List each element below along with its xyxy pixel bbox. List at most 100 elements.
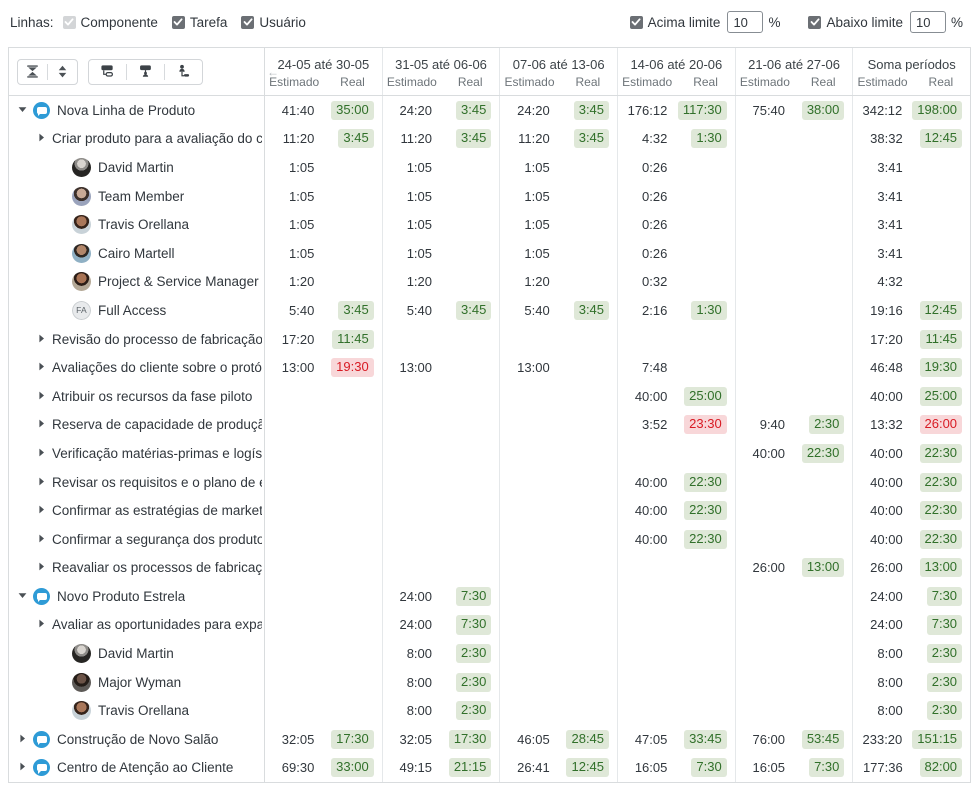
timesheet-grid-panel: ← 24-05 até 30-05 Estimado Real 31-05 até 0… — [8, 47, 971, 783]
estimated-value: 9:40 — [759, 417, 786, 433]
checkmark-icon[interactable] — [808, 15, 822, 29]
group-by-user-button[interactable] — [165, 60, 202, 84]
chevron-right-icon[interactable] — [37, 391, 48, 402]
period-cell: 16:05 7:30 — [736, 753, 854, 782]
period-cell — [265, 496, 383, 525]
period-cell: 46:05 28:45 — [500, 725, 619, 754]
chevron-right-icon[interactable] — [37, 448, 48, 459]
within-limit-badge: 22:30 — [919, 472, 963, 492]
row-name-cell[interactable]: David Martin — [9, 153, 265, 182]
row-name-cell[interactable]: Cairo Martell — [9, 238, 265, 268]
chevron-down-icon[interactable] — [18, 591, 29, 602]
row-name-cell[interactable]: Major Wyman — [9, 667, 265, 697]
scroll-back-arrow-icon[interactable]: ← — [267, 66, 279, 78]
chevron-right-icon[interactable] — [37, 334, 48, 345]
table-row[interactable]: Travis Orellana 1:05 1:05 1:05 0:26 3:41 — [9, 210, 970, 239]
group-by-component-button[interactable] — [89, 60, 126, 84]
row-name-cell[interactable]: Reavaliar os processos de fabricação — [9, 553, 265, 583]
row-name-cell[interactable]: FA Full Access — [9, 296, 265, 325]
table-row[interactable]: Criar produto para a avaliação do client… — [9, 124, 970, 154]
table-row[interactable]: Revisar os requisitos e o plano de ensai… — [9, 467, 970, 497]
table-row[interactable]: Revisão do processo de fabricação 17:20 11… — [9, 324, 970, 354]
within-limit-badge: 117:30 — [677, 100, 727, 120]
row-name-cell[interactable]: Atribuir os recursos da fase piloto — [9, 381, 265, 411]
row-name-cell[interactable]: Criar produto para a avaliação do client… — [9, 124, 265, 154]
row-name-cell[interactable]: Confirmar a segurança dos produtos — [9, 524, 265, 554]
checkmark-icon[interactable] — [629, 15, 643, 29]
table-row[interactable]: Reavaliar os processos de fabricação 26:0… — [9, 553, 970, 583]
period-cell: 75:40 38:00 — [736, 96, 854, 125]
table-row[interactable]: Nova Linha de Produto 41:40 35:00 24:20 3:45… — [9, 96, 970, 125]
table-row[interactable]: David Martin 8:00 2:30 8:00 2:30 — [9, 639, 970, 668]
row-label: Full Access — [98, 302, 167, 318]
row-name-cell[interactable]: Avaliações do cliente sobre o protótipo — [9, 353, 265, 382]
checkbox-componente[interactable]: Componente — [62, 15, 158, 30]
table-row[interactable]: Team Member 1:05 1:05 1:05 0:26 3:41 — [9, 181, 970, 211]
period-title: 24-05 até 30-05 — [277, 56, 370, 72]
row-name-cell[interactable]: Confirmar as estratégias de marketing e — [9, 496, 265, 525]
chevron-right-icon[interactable] — [37, 477, 48, 488]
row-values: 40:00 25:00 40:00 25:00 — [265, 381, 970, 411]
row-name-cell[interactable]: Reserva de capacidade de produção — [9, 410, 265, 440]
table-row[interactable]: Centro de Atenção ao Cliente 69:30 33:00 49… — [9, 753, 970, 782]
real-value: 22:30 — [913, 529, 970, 549]
row-label: Revisão do processo de fabricação — [52, 331, 262, 347]
chevron-right-icon[interactable] — [18, 734, 29, 745]
table-row[interactable]: David Martin 1:05 1:05 1:05 0:26 3:41 — [9, 153, 970, 182]
chevron-right-icon[interactable] — [37, 505, 48, 516]
group-by-task-button[interactable] — [127, 60, 164, 84]
table-row[interactable]: Avaliar as oportunidades para expandir 24… — [9, 610, 970, 640]
chevron-right-icon[interactable] — [37, 534, 48, 545]
table-row[interactable]: Cairo Martell 1:05 1:05 1:05 0:26 3:41 — [9, 238, 970, 268]
chevron-right-icon[interactable] — [37, 619, 48, 630]
row-name-cell[interactable]: Project & Service Manager — [9, 267, 265, 297]
table-row[interactable]: Travis Orellana 8:00 2:30 8:00 2:30 — [9, 696, 970, 726]
row-name-cell[interactable]: Revisar os requisitos e o plano de ensai… — [9, 467, 265, 497]
row-name-cell[interactable]: Avaliar as oportunidades para expandir — [9, 610, 265, 640]
table-row[interactable]: Construção de Novo Salão 32:05 17:30 32:05 1… — [9, 725, 970, 754]
expand-all-button[interactable] — [48, 60, 77, 84]
below-limit-input[interactable] — [909, 11, 946, 33]
real-value: 3:45 — [324, 129, 381, 149]
table-row[interactable]: FA Full Access 5:40 3:45 5:40 3:45 5:40 3:45 2:1… — [9, 296, 970, 325]
row-name-cell[interactable]: Team Member — [9, 181, 265, 211]
period-title: 14-06 até 20-06 — [630, 56, 723, 72]
row-name-cell[interactable]: Verificação matérias-primas e logística — [9, 439, 265, 468]
row-name-cell[interactable]: Travis Orellana — [9, 696, 265, 726]
table-row[interactable]: Reserva de capacidade de produção 3:52 23:… — [9, 410, 970, 440]
table-row[interactable]: Verificação matérias-primas e logística 4… — [9, 439, 970, 468]
estimated-value: 16:05 — [752, 760, 786, 776]
collapse-all-button[interactable] — [18, 60, 47, 84]
row-name-cell[interactable]: Centro de Atenção ao Cliente — [9, 753, 265, 782]
estimated-value: 47:05 — [634, 731, 668, 747]
chevron-right-icon[interactable] — [37, 362, 48, 373]
chevron-right-icon[interactable] — [37, 419, 48, 430]
estimated-value: 3:52 — [642, 417, 668, 433]
row-name-cell[interactable]: Revisão do processo de fabricação — [9, 324, 265, 354]
table-row[interactable]: Project & Service Manager 1:20 1:20 1:20 0:3… — [9, 267, 970, 297]
table-row[interactable]: Confirmar a segurança dos produtos 40:00 2… — [9, 524, 970, 554]
row-name-cell[interactable]: Nova Linha de Produto — [9, 96, 265, 125]
chevron-right-icon[interactable] — [18, 762, 29, 773]
row-name-cell[interactable]: Travis Orellana — [9, 210, 265, 239]
table-row[interactable]: Novo Produto Estrela 24:00 7:30 24:00 7:30 — [9, 582, 970, 611]
table-row[interactable]: Confirmar as estratégias de marketing e 4… — [9, 496, 970, 525]
period-cell — [736, 124, 854, 154]
real-value: 22:30 — [913, 443, 970, 463]
above-limit-input[interactable] — [727, 11, 764, 33]
table-row[interactable]: Atribuir os recursos da fase piloto 40:00… — [9, 381, 970, 411]
checkbox-tarefa[interactable]: Tarefa — [171, 15, 227, 30]
period-cell — [500, 524, 619, 554]
row-name-cell[interactable]: Construção de Novo Salão — [9, 725, 265, 754]
chevron-down-icon[interactable] — [18, 105, 29, 116]
table-row[interactable]: Avaliações do cliente sobre o protótipo 1… — [9, 353, 970, 382]
checkbox-usuario[interactable]: Usuário — [241, 15, 306, 30]
period-cell — [265, 381, 383, 411]
period-cell — [736, 210, 854, 239]
row-name-cell[interactable]: Novo Produto Estrela — [9, 582, 265, 611]
chevron-right-icon[interactable] — [37, 133, 48, 144]
real-value: 2:30 — [442, 672, 499, 692]
chevron-right-icon[interactable] — [37, 562, 48, 573]
row-name-cell[interactable]: David Martin — [9, 639, 265, 668]
table-row[interactable]: Major Wyman 8:00 2:30 8:00 2:30 — [9, 667, 970, 697]
